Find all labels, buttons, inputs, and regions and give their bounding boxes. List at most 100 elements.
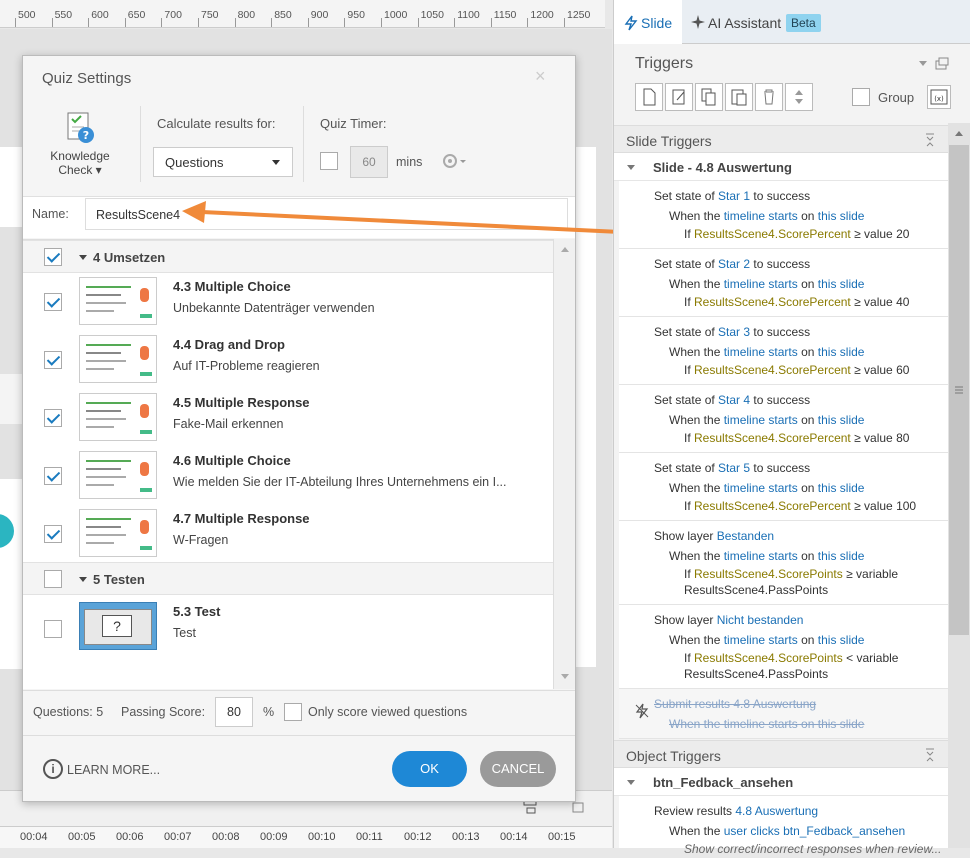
timeline-ruler: 00:04 00:05 00:06 00:07 00:08 00:09 00:10 00:11… bbox=[0, 826, 612, 848]
trigger-item[interactable]: Set state of Star 1 to success When the … bbox=[619, 181, 948, 249]
question-row[interactable]: ? 5.3 Test Test bbox=[23, 598, 553, 656]
trigger-target[interactable]: Star 2 bbox=[718, 257, 750, 271]
ruler-tick bbox=[271, 18, 273, 27]
close-icon[interactable]: × bbox=[535, 66, 546, 87]
paste-trigger-button[interactable] bbox=[725, 83, 753, 111]
trigger-item[interactable]: Review results 4.8 Auswertung When the u… bbox=[619, 796, 948, 856]
ruler-tick-label: 1050 bbox=[420, 9, 444, 21]
new-trigger-button[interactable] bbox=[635, 83, 663, 111]
timeline-tick-label: 00:05 bbox=[68, 831, 96, 843]
chevron-down-icon[interactable] bbox=[79, 255, 87, 260]
copy-trigger-button[interactable] bbox=[695, 83, 723, 111]
trigger-target[interactable]: Star 5 bbox=[718, 461, 750, 475]
trigger-target[interactable]: Star 1 bbox=[718, 189, 750, 203]
scroll-up-icon[interactable] bbox=[954, 129, 964, 137]
move-trigger-button[interactable] bbox=[785, 83, 813, 111]
scroll-up-icon[interactable] bbox=[560, 245, 570, 253]
trigger-value: value 40 bbox=[864, 295, 910, 309]
trigger-item[interactable]: Set state of Star 2 to success When the … bbox=[619, 249, 948, 317]
learn-more-link[interactable]: LEARN MORE... bbox=[67, 763, 160, 777]
question-checkbox[interactable] bbox=[44, 409, 62, 427]
chevron-down-icon[interactable] bbox=[918, 60, 928, 68]
question-checkbox[interactable] bbox=[44, 525, 62, 543]
only-viewed-checkbox[interactable] bbox=[284, 703, 302, 721]
group-checkbox[interactable] bbox=[44, 570, 62, 588]
list-scrollbar[interactable] bbox=[553, 239, 575, 689]
trigger-item[interactable]: Set state of Star 3 to success When the … bbox=[619, 317, 948, 385]
calc-label: Calculate results for: bbox=[157, 116, 276, 131]
slide-triggers-header[interactable]: Slide Triggers bbox=[614, 125, 948, 153]
timeline-tick-label: 00:12 bbox=[404, 831, 432, 843]
ruler-tick-label: 1100 bbox=[457, 9, 480, 21]
ruler-tick bbox=[307, 18, 309, 27]
ruler-tick-label: 1150 bbox=[493, 9, 517, 21]
question-title: 4.6 Multiple Choice bbox=[173, 453, 291, 468]
trigger-item[interactable]: Show layer Bestanden When the timeline s… bbox=[619, 521, 948, 605]
question-title: 4.7 Multiple Response bbox=[173, 511, 310, 526]
trigger-target[interactable]: Bestanden bbox=[717, 529, 774, 543]
cancel-button[interactable]: CANCEL bbox=[480, 751, 556, 787]
question-checkbox[interactable] bbox=[44, 351, 62, 369]
trigger-item-disabled[interactable]: Submit results 4.8 Auswertung When the t… bbox=[619, 689, 948, 739]
group-checkbox[interactable] bbox=[852, 88, 870, 106]
collapse-icon[interactable] bbox=[924, 748, 936, 762]
timer-settings-icon[interactable] bbox=[441, 152, 467, 170]
scroll-down-icon[interactable] bbox=[560, 673, 570, 681]
question-row[interactable]: 4.4 Drag and Drop Auf IT-Probleme reagie… bbox=[23, 331, 553, 389]
ruler-tick bbox=[344, 18, 346, 27]
ruler-tick-label: 900 bbox=[310, 9, 329, 21]
passing-score-input[interactable]: 80 bbox=[215, 697, 253, 727]
quiz-timer-checkbox[interactable] bbox=[320, 152, 338, 170]
trigger-target[interactable]: Star 3 bbox=[718, 325, 750, 339]
question-checkbox[interactable] bbox=[44, 293, 62, 311]
trigger-item[interactable]: Show layer Nicht bestanden When the time… bbox=[619, 605, 948, 689]
slide-thumbnail bbox=[79, 509, 157, 557]
edit-trigger-button[interactable] bbox=[665, 83, 693, 111]
question-row[interactable]: 4.7 Multiple Response W-Fragen bbox=[23, 505, 553, 563]
question-checkbox[interactable] bbox=[44, 467, 62, 485]
calculate-results-select[interactable]: Questions bbox=[153, 147, 293, 177]
object-triggers-header[interactable]: Object Triggers bbox=[614, 740, 948, 768]
object-trigger-group[interactable]: btn_Fedback_ansehen bbox=[614, 768, 948, 796]
object-triggers-title: Object Triggers bbox=[626, 748, 721, 764]
edit-icon bbox=[672, 89, 685, 105]
group-row[interactable]: 5 Testen bbox=[23, 562, 553, 595]
popout-icon[interactable] bbox=[935, 57, 949, 71]
trigger-item[interactable]: Set state of Star 5 to success When the … bbox=[619, 453, 948, 521]
delete-trigger-button[interactable] bbox=[755, 83, 783, 111]
dialog-title: Quiz Settings bbox=[42, 70, 132, 87]
chevron-down-icon[interactable] bbox=[79, 577, 87, 582]
group-checkbox[interactable] bbox=[44, 248, 62, 266]
info-icon[interactable]: i bbox=[43, 759, 63, 779]
question-subtitle: Fake-Mail erkennen bbox=[173, 417, 284, 431]
ruler-tick-label: 950 bbox=[347, 9, 365, 21]
ruler-tick bbox=[564, 18, 565, 27]
question-row[interactable]: 4.3 Multiple Choice Unbekannte Datenträg… bbox=[23, 273, 553, 331]
variables-icon: (x) bbox=[930, 89, 948, 105]
ok-button[interactable]: OK bbox=[392, 751, 467, 787]
only-viewed-label: Only score viewed questions bbox=[308, 705, 468, 719]
scrollbar-thumb[interactable] bbox=[949, 145, 969, 635]
trigger-target[interactable]: Nicht bestanden bbox=[717, 613, 804, 627]
timer-input[interactable]: 60 bbox=[350, 146, 388, 178]
grip-icon bbox=[955, 386, 963, 394]
trigger-target[interactable]: Star 4 bbox=[718, 393, 750, 407]
question-checkbox[interactable] bbox=[44, 620, 62, 638]
group-row[interactable]: 4 Umsetzen bbox=[23, 240, 553, 273]
question-row[interactable]: 4.5 Multiple Response Fake-Mail erkennen bbox=[23, 389, 553, 447]
trigger-item[interactable]: Set state of Star 4 to success When the … bbox=[619, 385, 948, 453]
group-title: 4 Umsetzen bbox=[93, 250, 166, 265]
variables-button[interactable]: (x) bbox=[927, 85, 951, 109]
tab-slide[interactable]: Slide bbox=[614, 0, 682, 44]
collapse-icon[interactable] bbox=[924, 133, 936, 147]
slide-trigger-group[interactable]: Slide - 4.8 Auswertung bbox=[614, 153, 948, 181]
slide-fragment bbox=[0, 374, 22, 424]
ruler-tick bbox=[161, 18, 163, 27]
results-name-input[interactable]: ResultsScene4 bbox=[85, 198, 568, 230]
ruler-tick-label: 700 bbox=[164, 9, 182, 21]
question-row[interactable]: 4.6 Multiple Choice Wie melden Sie der I… bbox=[23, 447, 553, 505]
slide-fragment bbox=[576, 147, 596, 667]
group-label: Group bbox=[878, 90, 915, 105]
chevron-down-icon bbox=[627, 780, 635, 785]
knowledge-check-button[interactable]: ? Knowledge Check ▾ bbox=[45, 111, 115, 177]
